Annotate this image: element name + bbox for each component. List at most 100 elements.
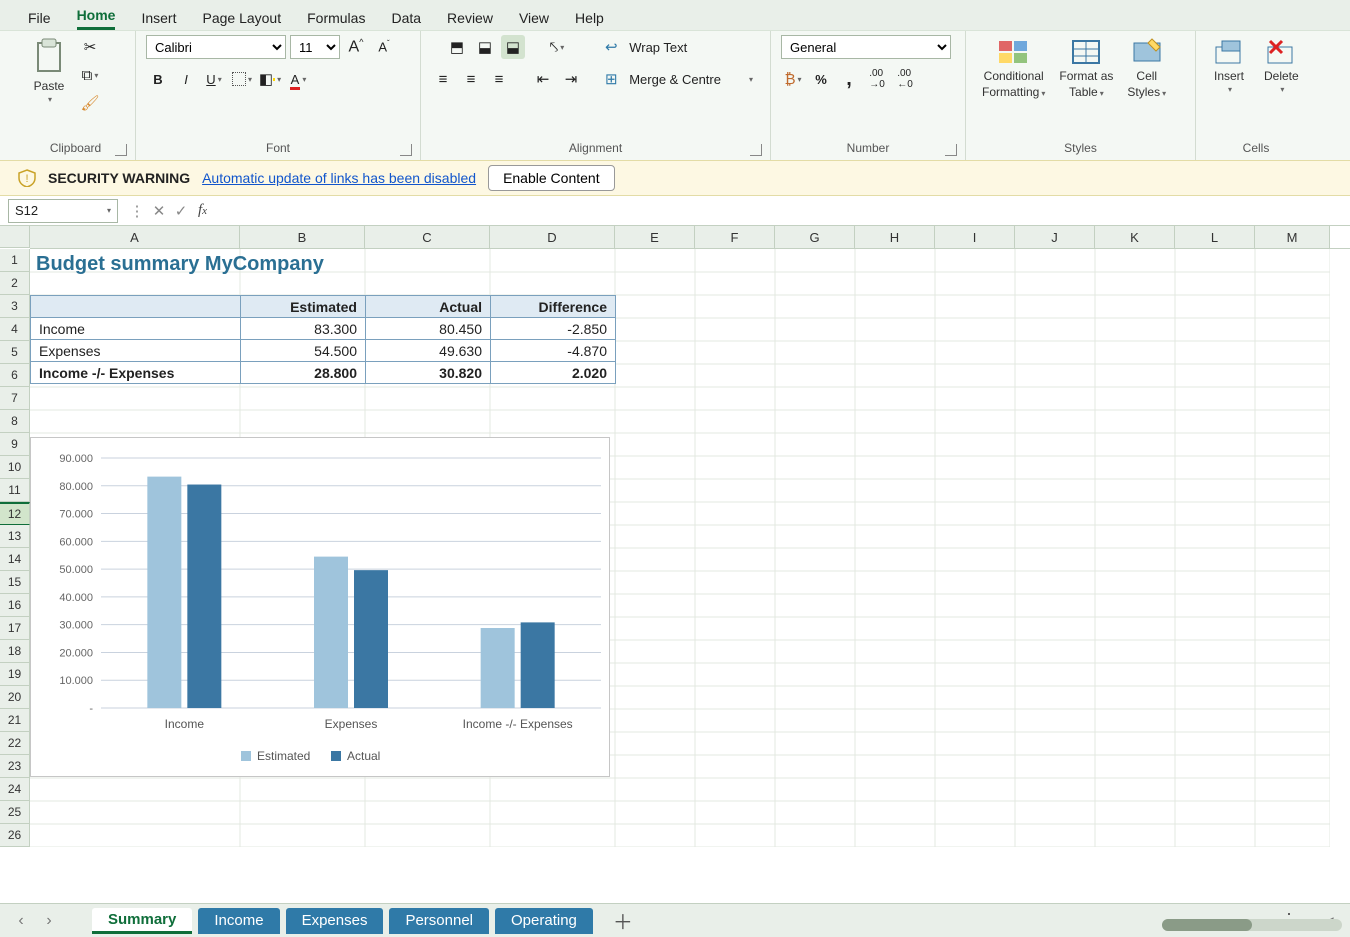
- enable-content-button[interactable]: Enable Content: [488, 165, 615, 191]
- delete-cells-button[interactable]: Delete▾: [1258, 35, 1305, 96]
- row-header-23[interactable]: 23: [0, 755, 30, 778]
- percent-button[interactable]: %: [809, 67, 833, 91]
- table-cell[interactable]: 2.020: [491, 362, 616, 384]
- row-header-7[interactable]: 7: [0, 387, 30, 410]
- row-header-25[interactable]: 25: [0, 801, 30, 824]
- budget-chart[interactable]: -10.00020.00030.00040.00050.00060.00070.…: [30, 437, 610, 777]
- col-header-H[interactable]: H: [855, 226, 935, 248]
- sheet-tab-expenses[interactable]: Expenses: [286, 908, 384, 934]
- tab-view[interactable]: View: [519, 6, 549, 30]
- accept-formula-button[interactable]: ✓: [170, 202, 192, 220]
- shrink-font-button[interactable]: Aˇ: [372, 35, 396, 59]
- conditional-formatting-button[interactable]: Conditional Formatting▾: [976, 35, 1051, 101]
- sheet-tab-personnel[interactable]: Personnel: [389, 908, 489, 934]
- col-header-F[interactable]: F: [695, 226, 775, 248]
- table-header[interactable]: Estimated: [241, 296, 366, 318]
- tab-page-layout[interactable]: Page Layout: [202, 6, 281, 30]
- col-header-L[interactable]: L: [1175, 226, 1255, 248]
- tab-file[interactable]: File: [28, 6, 51, 30]
- cell-styles-button[interactable]: Cell Styles▾: [1121, 35, 1172, 101]
- row-header-5[interactable]: 5: [0, 341, 30, 364]
- table-cell[interactable]: Income: [31, 318, 241, 340]
- dialog-launcher-icon[interactable]: [400, 144, 412, 156]
- number-format-select[interactable]: General: [781, 35, 951, 59]
- formula-input[interactable]: [213, 199, 1350, 223]
- decrease-decimal-button[interactable]: .00←0: [893, 67, 917, 91]
- row-header-6[interactable]: 6: [0, 364, 30, 387]
- format-as-table-button[interactable]: Format as Table▾: [1053, 35, 1119, 101]
- row-header-19[interactable]: 19: [0, 663, 30, 686]
- bold-button[interactable]: B: [146, 67, 170, 91]
- sheet-tab-operating[interactable]: Operating: [495, 908, 593, 934]
- border-button[interactable]: ▾: [230, 67, 254, 91]
- increase-decimal-button[interactable]: .00→0: [865, 67, 889, 91]
- align-right-button[interactable]: ≡: [487, 67, 511, 91]
- table-cell[interactable]: 28.800: [241, 362, 366, 384]
- row-header-9[interactable]: 9: [0, 433, 30, 456]
- tab-data[interactable]: Data: [391, 6, 421, 30]
- row-header-21[interactable]: 21: [0, 709, 30, 732]
- row-header-4[interactable]: 4: [0, 318, 30, 341]
- col-header-A[interactable]: A: [30, 226, 240, 248]
- row-header-24[interactable]: 24: [0, 778, 30, 801]
- align-center-button[interactable]: ≡: [459, 67, 483, 91]
- table-header[interactable]: Difference: [491, 296, 616, 318]
- row-header-17[interactable]: 17: [0, 617, 30, 640]
- table-cell[interactable]: 49.630: [366, 340, 491, 362]
- col-header-I[interactable]: I: [935, 226, 1015, 248]
- currency-button[interactable]: ₿▾: [781, 67, 805, 91]
- comma-button[interactable]: ,: [837, 67, 861, 91]
- scrollbar-thumb[interactable]: [1162, 919, 1252, 931]
- sheet-nav-next[interactable]: ›: [38, 912, 60, 930]
- table-cell[interactable]: 54.500: [241, 340, 366, 362]
- table-cell[interactable]: 83.300: [241, 318, 366, 340]
- table-header[interactable]: [31, 296, 241, 318]
- name-box[interactable]: S12▾: [8, 199, 118, 223]
- dialog-launcher-icon[interactable]: [750, 144, 762, 156]
- format-painter-button[interactable]: 🖌: [78, 91, 102, 115]
- decrease-indent-button[interactable]: ⇤: [531, 67, 555, 91]
- security-warning-message[interactable]: Automatic update of links has been disab…: [202, 170, 476, 186]
- row-header-14[interactable]: 14: [0, 548, 30, 571]
- font-name-select[interactable]: Calibri: [146, 35, 286, 59]
- row-header-1[interactable]: 1: [0, 249, 30, 272]
- tab-insert[interactable]: Insert: [141, 6, 176, 30]
- row-header-2[interactable]: 2: [0, 272, 30, 295]
- tab-review[interactable]: Review: [447, 6, 493, 30]
- add-sheet-button[interactable]: ＋: [613, 906, 633, 935]
- align-left-button[interactable]: ≡: [431, 67, 455, 91]
- paste-button[interactable]: Paste ▾: [26, 35, 72, 106]
- underline-button[interactable]: U▾: [202, 67, 226, 91]
- table-cell[interactable]: 30.820: [366, 362, 491, 384]
- col-header-D[interactable]: D: [490, 226, 615, 248]
- row-header-22[interactable]: 22: [0, 732, 30, 755]
- cancel-formula-button[interactable]: ✕: [148, 202, 170, 220]
- row-header-13[interactable]: 13: [0, 525, 30, 548]
- align-middle-button[interactable]: ⬓: [473, 35, 497, 59]
- select-all-corner[interactable]: [0, 226, 30, 248]
- merge-center-button[interactable]: ⊞ Merge & Centre▾: [599, 67, 759, 91]
- cut-button[interactable]: ✂: [78, 35, 102, 59]
- table-cell[interactable]: -4.870: [491, 340, 616, 362]
- align-bottom-button[interactable]: ⬓: [501, 35, 525, 59]
- tab-formulas[interactable]: Formulas: [307, 6, 365, 30]
- table-cell[interactable]: Expenses: [31, 340, 241, 362]
- dialog-launcher-icon[interactable]: [115, 144, 127, 156]
- col-header-B[interactable]: B: [240, 226, 365, 248]
- fx-icon[interactable]: fx: [198, 202, 207, 219]
- grow-font-button[interactable]: A^: [344, 35, 368, 59]
- increase-indent-button[interactable]: ⇥: [559, 67, 583, 91]
- tab-help[interactable]: Help: [575, 6, 604, 30]
- sheet-tab-active[interactable]: Summary: [92, 908, 192, 934]
- vdots-icon[interactable]: ⋮: [126, 202, 148, 220]
- insert-cells-button[interactable]: Insert▾: [1206, 35, 1252, 96]
- font-color-button[interactable]: A▾: [286, 67, 310, 91]
- row-header-26[interactable]: 26: [0, 824, 30, 847]
- copy-button[interactable]: ⧉▾: [78, 63, 102, 87]
- sheet-tab-income[interactable]: Income: [198, 908, 279, 934]
- row-header-8[interactable]: 8: [0, 410, 30, 433]
- col-header-K[interactable]: K: [1095, 226, 1175, 248]
- row-header-15[interactable]: 15: [0, 571, 30, 594]
- tab-home[interactable]: Home: [77, 3, 116, 30]
- row-header-10[interactable]: 10: [0, 456, 30, 479]
